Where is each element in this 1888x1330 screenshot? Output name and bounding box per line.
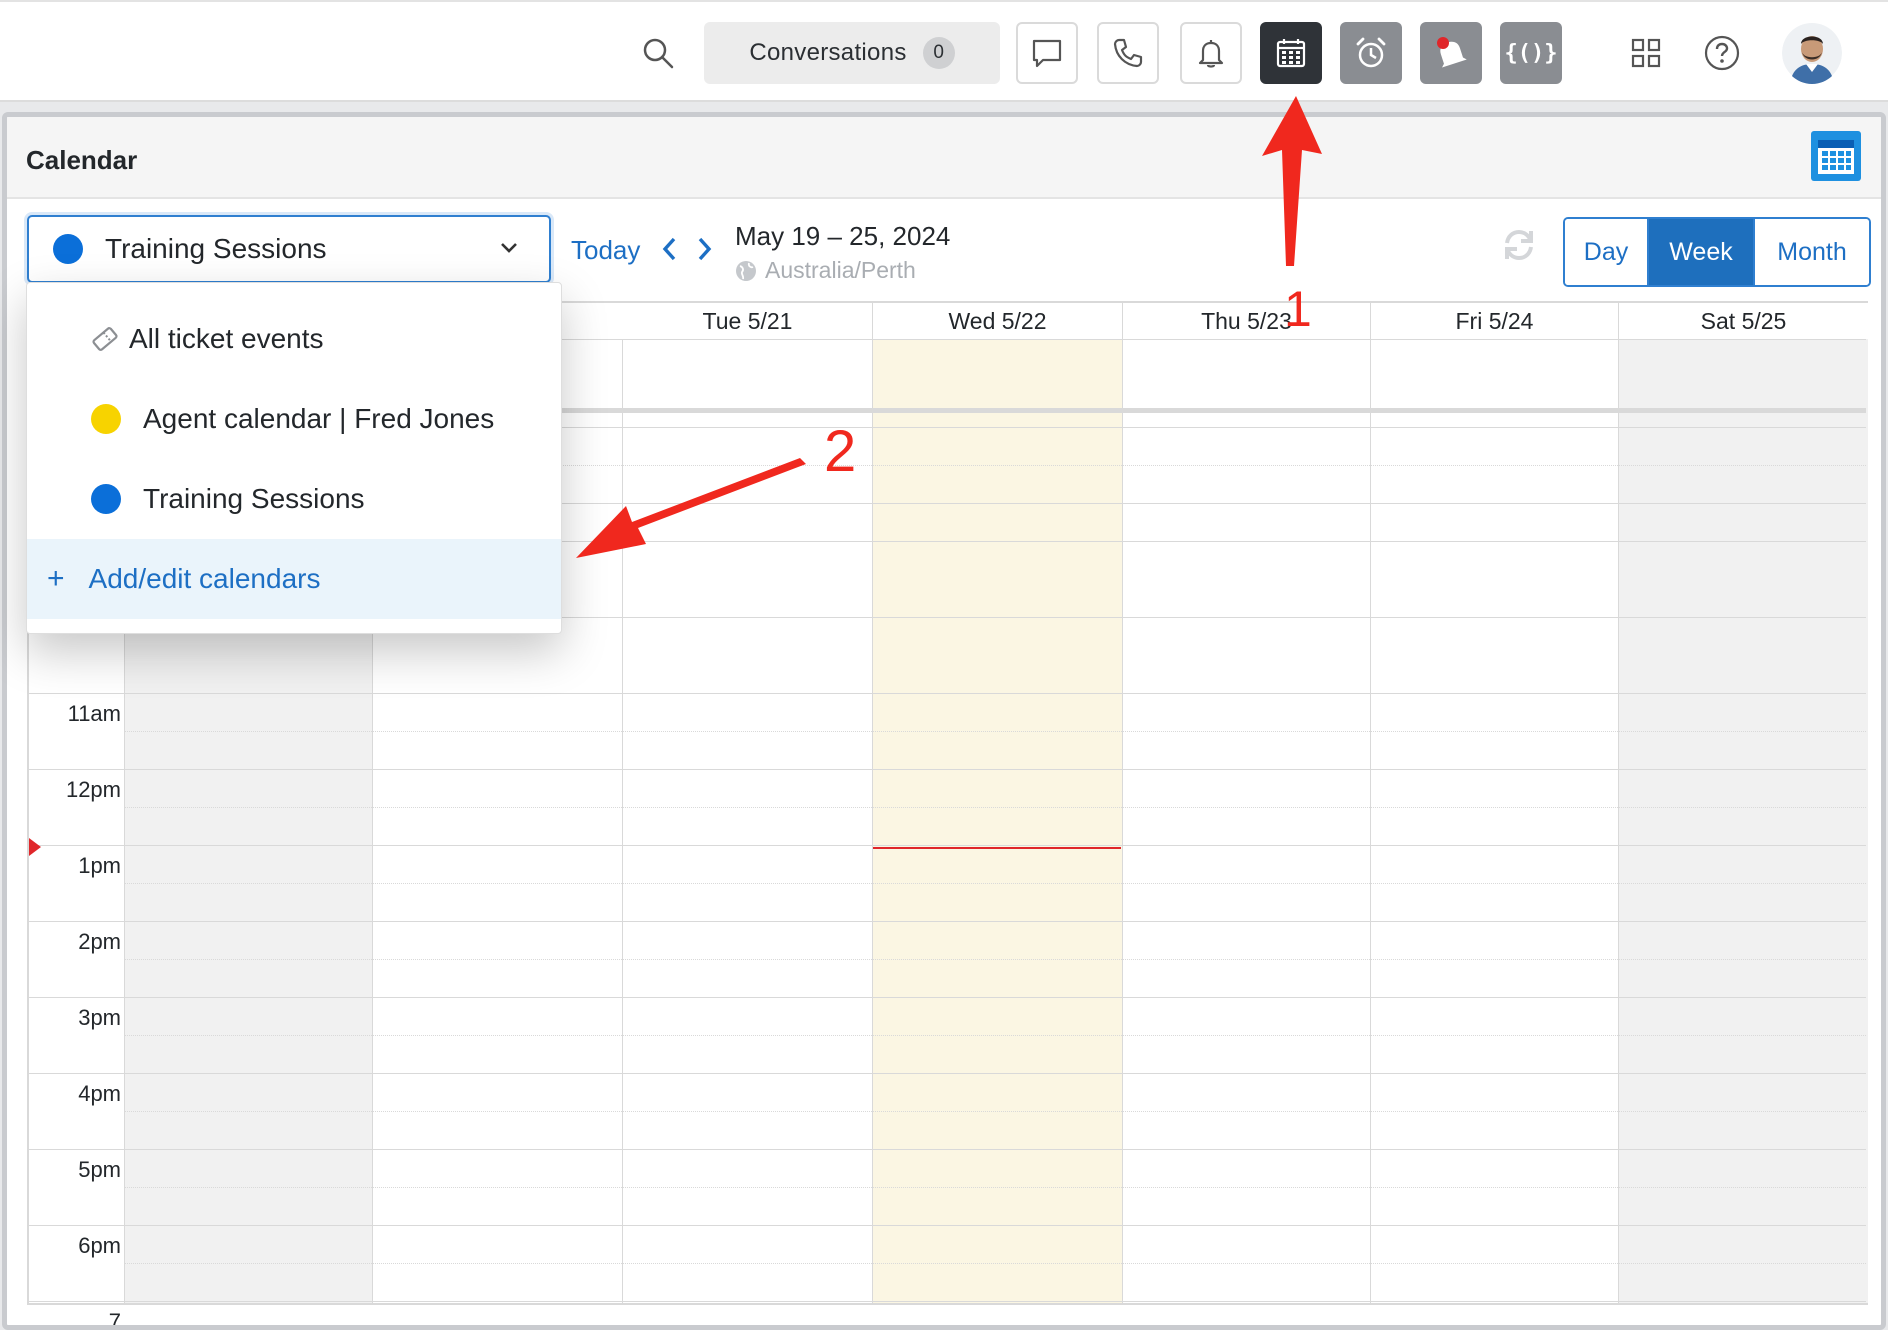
menu-item-all-ticket-events[interactable]: All ticket events: [27, 299, 561, 379]
view-switcher: Day Week Month: [1563, 217, 1871, 287]
phone-icon: [1113, 38, 1143, 68]
search-button[interactable]: [630, 22, 686, 84]
conversations-button[interactable]: Conversations 0: [704, 22, 1000, 84]
hour-line: [29, 921, 1866, 922]
current-time-line: [873, 847, 1121, 849]
help-button[interactable]: [1692, 22, 1752, 84]
column-header: Tue 5/21: [623, 303, 873, 339]
hour-label: 4pm: [78, 1081, 121, 1106]
hour-label: 5pm: [78, 1157, 121, 1182]
phone-button[interactable]: [1097, 22, 1159, 84]
half-hour-line: [125, 959, 1866, 960]
help-icon: [1704, 35, 1740, 71]
chat-button[interactable]: [1016, 22, 1078, 84]
week-view-button[interactable]: Week: [1649, 219, 1755, 285]
half-hour-line: [125, 1111, 1866, 1112]
code-button[interactable]: {()}: [1500, 22, 1562, 84]
chevron-left-icon[interactable]: [659, 235, 681, 263]
date-range-title: May 19 – 25, 2024: [735, 221, 951, 251]
calendar-button[interactable]: [1260, 22, 1322, 84]
menu-item-label: All ticket events: [129, 323, 324, 354]
add-edit-calendars-label: Add/edit calendars: [88, 563, 321, 594]
panel-header: Calendar: [7, 117, 1881, 199]
hour-line: [29, 1301, 1866, 1302]
globe-icon: [736, 260, 756, 281]
hour-label: 12pm: [65, 777, 121, 802]
timezone-label: Australia/Perth: [735, 257, 916, 284]
avatar[interactable]: [1782, 22, 1842, 84]
half-hour-line: [125, 1035, 1866, 1036]
calendar-grid-icon: [1818, 140, 1854, 174]
annotation-step-1: 1: [1284, 281, 1312, 337]
hour-line: [29, 693, 1866, 694]
column-header: Fri 5/24: [1371, 303, 1619, 339]
plus-icon: +: [47, 562, 65, 595]
day-column-thu[interactable]: [1123, 339, 1371, 1303]
hour-label: 7: [108, 1309, 121, 1330]
page-title: Calendar: [26, 145, 138, 175]
notification-bell-icon: [1437, 37, 1467, 68]
calendar-widget-button[interactable]: [1811, 131, 1861, 181]
hour-line: [29, 845, 1866, 846]
hour-label: 1pm: [78, 853, 121, 878]
day-column-sat[interactable]: [1619, 339, 1868, 1303]
bell-icon: [1198, 40, 1224, 68]
notifications-button[interactable]: [1180, 22, 1242, 84]
alarm-button[interactable]: [1340, 22, 1402, 84]
column-header: Wed 5/22: [873, 303, 1123, 339]
annotation-step-2: 2: [824, 419, 857, 484]
hour-line: [29, 1225, 1866, 1226]
conversations-count-badge: 0: [922, 37, 955, 69]
day-view-button[interactable]: Day: [1565, 219, 1649, 285]
chevron-right-icon[interactable]: [693, 235, 715, 263]
half-hour-line: [125, 731, 1866, 732]
add-edit-calendars-button[interactable]: + Add/edit calendars: [27, 539, 561, 619]
reminders-button[interactable]: [1420, 22, 1482, 84]
timezone-text: Australia/Perth: [765, 257, 916, 283]
calendar-color-dot: [53, 234, 83, 264]
calendar-icon: [1276, 39, 1306, 68]
hour-label: 6pm: [78, 1233, 121, 1258]
calendar-dropdown-menu: All ticket events Agent calendar | Fred …: [26, 282, 562, 634]
selected-calendar-label: Training Sessions: [105, 233, 327, 264]
column-header: Thu 5/23: [1123, 303, 1371, 339]
day-column-wed[interactable]: [873, 339, 1123, 1303]
conversations-label: Conversations: [749, 39, 907, 66]
half-hour-line: [125, 1263, 1866, 1264]
menu-item-label: Training Sessions: [143, 483, 365, 514]
hour-label: 3pm: [78, 1005, 121, 1030]
calendar-color-dot: [91, 484, 121, 514]
search-icon: [643, 38, 674, 69]
hour-label: 2pm: [78, 929, 121, 954]
half-hour-line: [125, 883, 1866, 884]
menu-item-label: Agent calendar | Fred Jones: [143, 403, 495, 434]
calendar-color-dot: [91, 404, 121, 434]
month-view-button[interactable]: Month: [1755, 219, 1869, 285]
top-bar: Conversations 0 {()}: [0, 0, 1888, 102]
code-braces-icon: {()}: [1504, 40, 1558, 66]
apps-button[interactable]: [1616, 22, 1676, 84]
chevron-down-icon: [501, 243, 517, 253]
column-header: Sat 5/25: [1619, 303, 1868, 339]
half-hour-line: [125, 1187, 1866, 1188]
chat-icon: [1032, 39, 1062, 68]
menu-item-agent-calendar[interactable]: Agent calendar | Fred Jones: [27, 379, 561, 459]
hour-label: 11am: [67, 701, 121, 726]
menu-item-training-sessions[interactable]: Training Sessions: [27, 459, 561, 539]
hour-line: [29, 769, 1866, 770]
alarm-clock-icon: [1356, 37, 1386, 68]
hour-line: [29, 997, 1866, 998]
half-hour-line: [125, 807, 1866, 808]
today-button[interactable]: Today: [571, 235, 640, 266]
apps-grid-icon: [1631, 38, 1661, 68]
hour-line: [29, 1149, 1866, 1150]
day-column-fri[interactable]: [1371, 339, 1619, 1303]
refresh-icon[interactable]: [1499, 225, 1539, 265]
calendar-select[interactable]: Training Sessions: [27, 215, 551, 283]
ticket-icon: [92, 327, 118, 351]
current-time-marker: [29, 838, 41, 856]
hour-line: [29, 1073, 1866, 1074]
